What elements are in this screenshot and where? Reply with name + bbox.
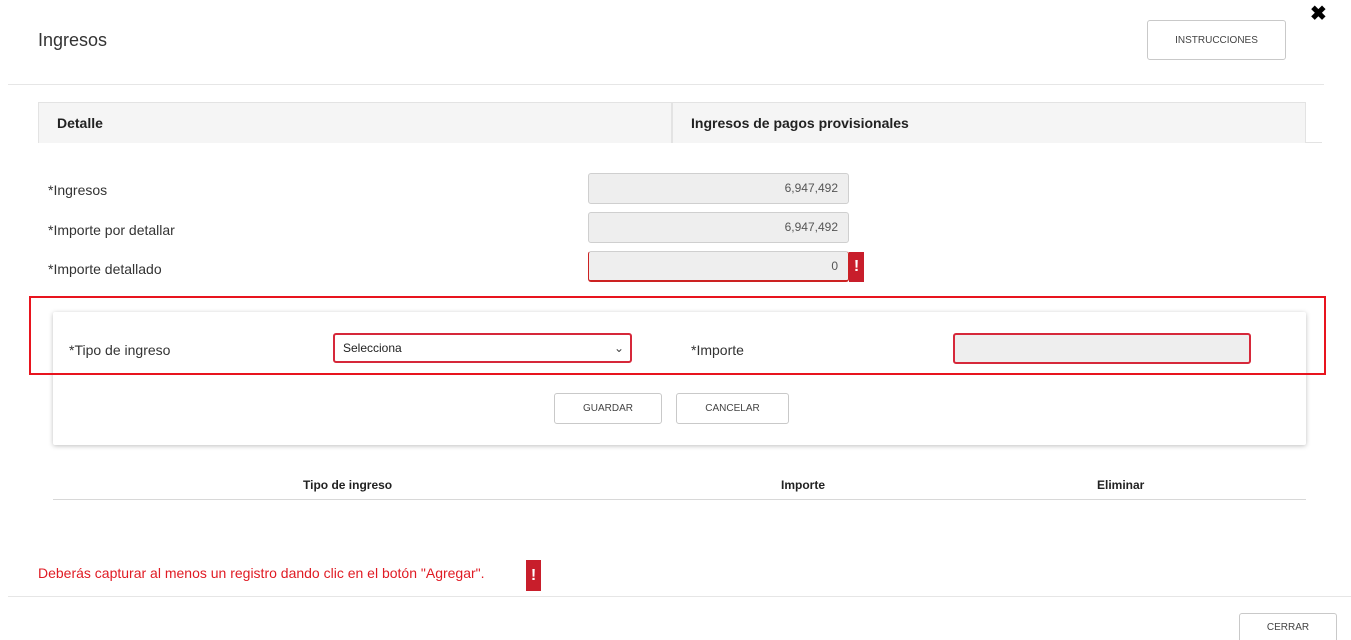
tab-bar: Detalle Ingresos de pagos provisionales bbox=[38, 102, 1322, 143]
validation-error-message: Deberás capturar al menos un registro da… bbox=[38, 565, 485, 581]
page-title: Ingresos bbox=[38, 30, 108, 50]
close-button[interactable]: CERRAR bbox=[1239, 613, 1337, 640]
error-icon: ! bbox=[849, 252, 864, 282]
highlight-frame bbox=[29, 296, 1326, 375]
save-button[interactable]: GUARDAR bbox=[554, 393, 662, 424]
instructions-button[interactable]: INSTRUCCIONES bbox=[1147, 20, 1286, 60]
error-icon: ! bbox=[526, 560, 541, 591]
importe-detallado-label: *Importe detallado bbox=[48, 261, 162, 277]
close-icon[interactable]: ✖ bbox=[1310, 4, 1327, 24]
header-divider bbox=[8, 84, 1324, 85]
tab-ingresos-pagos-provisionales[interactable]: Ingresos de pagos provisionales bbox=[672, 102, 1306, 143]
importe-por-detallar-label: *Importe por detallar bbox=[48, 222, 175, 238]
table-header-divider bbox=[53, 499, 1306, 500]
column-header-tipo: Tipo de ingreso bbox=[303, 478, 393, 492]
tab-detalle[interactable]: Detalle bbox=[38, 102, 672, 143]
importe-por-detallar-field: 6,947,492 bbox=[588, 212, 849, 243]
tab-divider bbox=[1306, 142, 1322, 143]
ingresos-field: 6,947,492 bbox=[588, 173, 849, 204]
cancel-button[interactable]: CANCELAR bbox=[676, 393, 789, 424]
footer-divider bbox=[8, 596, 1351, 597]
column-header-importe: Importe bbox=[781, 478, 826, 492]
importe-detallado-field: 0 bbox=[588, 251, 849, 282]
ingresos-label: *Ingresos bbox=[48, 182, 108, 198]
column-header-eliminar: Eliminar bbox=[1097, 478, 1145, 492]
